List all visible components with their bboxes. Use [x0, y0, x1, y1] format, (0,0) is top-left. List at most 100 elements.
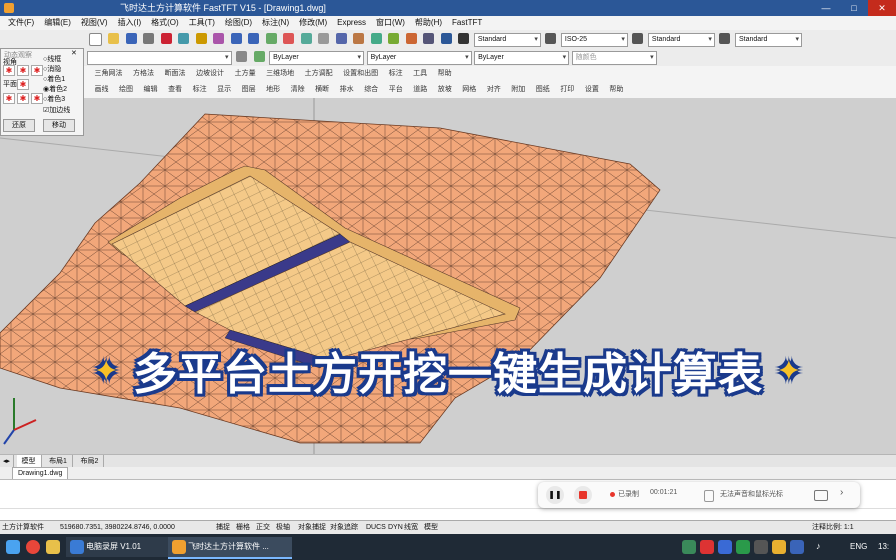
view-arrow-button[interactable]: ✱: [17, 65, 29, 76]
radio-shaded-3[interactable]: ○着色3: [43, 94, 65, 104]
tool-item[interactable]: 清除: [287, 82, 309, 98]
tab-section-method[interactable]: 断面法: [161, 66, 190, 82]
tool-item[interactable]: 画线: [91, 82, 113, 98]
toggle-dyn[interactable]: DYN: [388, 521, 403, 535]
help-icon[interactable]: [440, 33, 452, 44]
design-center-icon[interactable]: [353, 33, 365, 44]
tab-grid-method[interactable]: 方格法: [129, 66, 158, 82]
collapse-icon[interactable]: ›: [840, 487, 843, 498]
view-arrow-button[interactable]: ✱: [3, 93, 15, 104]
tab-tin-method[interactable]: 三角网法: [91, 66, 127, 82]
tool-item[interactable]: 设置: [581, 82, 603, 98]
tool-item[interactable]: 网格: [458, 82, 480, 98]
lineweight-select[interactable]: ByLayer: [474, 51, 570, 65]
toggle-model[interactable]: 模型: [424, 521, 438, 535]
tool-item[interactable]: 排水: [336, 82, 358, 98]
match-prop-icon[interactable]: [213, 33, 225, 44]
toggle-lineweight[interactable]: 线宽: [404, 521, 418, 535]
tab-earth-allocation[interactable]: 土方调配: [301, 66, 337, 82]
menu-help[interactable]: 帮助(H): [410, 16, 447, 30]
menu-draw[interactable]: 绘图(D): [220, 16, 257, 30]
save-icon[interactable]: [125, 33, 137, 44]
toggle-osnap[interactable]: 对象捕捉: [298, 521, 326, 535]
menu-format[interactable]: 格式(O): [146, 16, 184, 30]
close-button[interactable]: ✕: [868, 0, 896, 16]
tab-settings-output[interactable]: 设置和出图: [339, 66, 382, 82]
tool-item[interactable]: 图纸: [532, 82, 554, 98]
toggle-polar[interactable]: 极轴: [276, 521, 290, 535]
view-arrow-button[interactable]: ✱: [31, 65, 43, 76]
toggle-snap[interactable]: 捕捉: [216, 521, 230, 535]
view-arrow-button[interactable]: ✱: [17, 79, 29, 90]
view-arrow-button[interactable]: ✱: [17, 93, 29, 104]
panel-close-icon[interactable]: ✕: [71, 49, 77, 57]
start-icon[interactable]: [6, 540, 20, 554]
new-icon[interactable]: [88, 33, 102, 46]
menu-insert[interactable]: 插入(I): [113, 16, 147, 30]
tool-item[interactable]: 编辑: [140, 82, 162, 98]
cut-icon[interactable]: [160, 33, 172, 44]
tray-icon[interactable]: [718, 540, 732, 554]
copy-icon[interactable]: [178, 33, 190, 44]
tab-slope-design[interactable]: 边坡设计: [192, 66, 228, 82]
view-arrow-button[interactable]: ✱: [3, 65, 15, 76]
text-style-select[interactable]: Standard: [473, 33, 541, 47]
redo-icon[interactable]: [248, 33, 260, 44]
folder-icon[interactable]: [46, 540, 60, 554]
layer-previous-icon[interactable]: [236, 51, 248, 62]
camera-icon[interactable]: [814, 490, 828, 501]
tool-item[interactable]: 绘图: [115, 82, 137, 98]
tool-item[interactable]: 对齐: [483, 82, 505, 98]
move-button[interactable]: 移动: [43, 119, 75, 132]
annotation-scale[interactable]: 注释比例: 1:1: [812, 521, 854, 535]
toggle-grid[interactable]: 栅格: [236, 521, 250, 535]
zoom-icon[interactable]: [283, 33, 295, 44]
menu-dimension[interactable]: 标注(N): [257, 16, 294, 30]
toggle-ducs[interactable]: DUCS: [366, 521, 386, 535]
clock[interactable]: 13:: [878, 542, 889, 551]
multileader-style-select[interactable]: Standard: [734, 33, 802, 47]
sheet-set-icon[interactable]: [388, 33, 400, 44]
tool-item[interactable]: 横断: [311, 82, 333, 98]
radio-hidden[interactable]: ○消隐: [43, 64, 61, 74]
make-current-icon[interactable]: [253, 51, 265, 62]
tool-item[interactable]: 平台: [385, 82, 407, 98]
edge-checkbox[interactable]: ☑加边线: [43, 105, 70, 115]
tab-3d-site[interactable]: 三维场地: [262, 66, 298, 82]
print-icon[interactable]: [143, 33, 155, 44]
tool-item[interactable]: 附加: [507, 82, 529, 98]
zoom-previous-icon[interactable]: [318, 33, 330, 44]
restore-button[interactable]: 还原: [3, 119, 35, 132]
view-arrow-button[interactable]: ✱: [31, 93, 43, 104]
tool-item[interactable]: 查看: [164, 82, 186, 98]
color-select[interactable]: ByLayer: [269, 51, 365, 65]
tray-icon[interactable]: [790, 540, 804, 554]
tab-annotate[interactable]: 标注: [385, 66, 407, 82]
zoom-window-icon[interactable]: [300, 33, 312, 44]
tool-item[interactable]: 综合: [360, 82, 382, 98]
linetype-select[interactable]: ByLayer: [366, 51, 472, 65]
language-indicator[interactable]: ENG: [850, 542, 867, 551]
tool-item[interactable]: 道路: [409, 82, 431, 98]
menu-fasttft[interactable]: FastTFT: [447, 16, 487, 30]
tray-icon[interactable]: [700, 540, 714, 554]
menu-express[interactable]: Express: [332, 16, 371, 30]
tab-help[interactable]: 帮助: [434, 66, 456, 82]
tool-item[interactable]: 帮助: [605, 82, 627, 98]
command-line[interactable]: [0, 508, 896, 509]
tray-icon[interactable]: [736, 540, 750, 554]
stop-button[interactable]: [574, 486, 592, 504]
tool-item[interactable]: 图层: [238, 82, 260, 98]
toggle-otrack[interactable]: 对象追踪: [330, 521, 358, 535]
menu-tools[interactable]: 工具(T): [184, 16, 220, 30]
radio-shaded-1[interactable]: ○着色1: [43, 74, 65, 84]
minimize-button[interactable]: —: [812, 0, 840, 16]
undo-icon[interactable]: [230, 33, 242, 44]
dim-style-select[interactable]: ISO-25: [560, 33, 628, 47]
pause-button[interactable]: ❚❚: [546, 486, 564, 504]
open-icon[interactable]: [108, 33, 120, 44]
tool-item[interactable]: 显示: [213, 82, 235, 98]
radio-shaded-2[interactable]: ◉着色2: [43, 84, 67, 94]
tray-icon[interactable]: [682, 540, 696, 554]
maximize-button[interactable]: □: [840, 0, 868, 16]
